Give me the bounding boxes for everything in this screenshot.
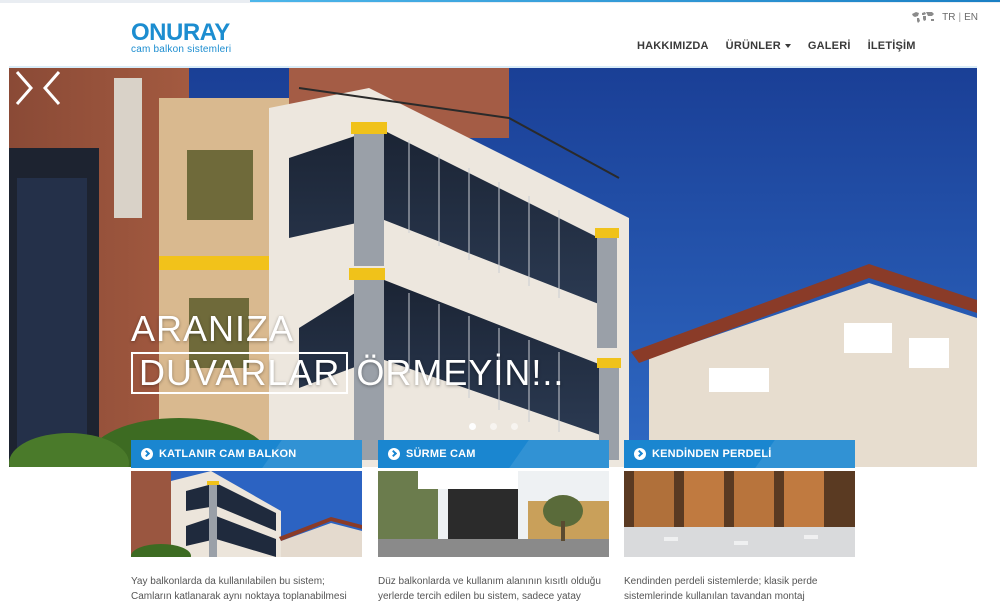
nav-label: İLETİŞİM (867, 40, 916, 52)
lang-en-link[interactable]: EN (964, 12, 978, 23)
card-image[interactable] (378, 471, 609, 557)
arrow-circle-icon (634, 448, 646, 460)
card-image[interactable] (624, 471, 855, 557)
product-card-perdeli: KENDİNDEN PERDELİ Kendinden perdeli sist… (624, 440, 855, 601)
caret-down-icon (784, 44, 791, 48)
card-description: Düz balkonlarda ve kullanım alanının kıs… (378, 576, 601, 601)
nav-item-hakkimizda[interactable]: HAKKIMIZDA (637, 40, 709, 52)
card-header[interactable]: SÜRME CAM (378, 440, 609, 468)
logo-tagline: cam balkon sistemleri (131, 44, 232, 55)
card-image[interactable] (131, 471, 362, 568)
nav-label: ÜRÜNLER (725, 40, 781, 52)
card-description: Kendinden perdeli sistemlerde; klasik pe… (624, 576, 818, 601)
arrow-circle-icon (141, 448, 153, 460)
card-header[interactable]: KENDİNDEN PERDELİ (624, 440, 855, 468)
slider-dot-1[interactable] (469, 423, 476, 430)
card-title: KATLANIR CAM BALKON (159, 448, 297, 460)
arrow-circle-icon (388, 448, 400, 460)
language-switcher: TR | EN (910, 10, 978, 24)
nav-label: GALERİ (807, 40, 851, 52)
nav-item-iletisim[interactable]: İLETİŞİM (868, 40, 916, 52)
lang-separator: | (958, 11, 962, 23)
logo-name: ONURAY (131, 19, 230, 46)
hero-slider: ARANIZA DUVARLAR ÖRMEYİN!.. (9, 68, 977, 467)
hero-caption-line2: DUVARLAR ÖRMEYİN!.. (131, 352, 564, 394)
top-accent-bar (250, 0, 1000, 2)
slider-dot-3[interactable] (511, 423, 518, 430)
hero-image (9, 68, 977, 467)
card-description: Yay balkonlarda da kullanılabilen bu sis… (131, 576, 347, 601)
card-title: SÜRME CAM (406, 448, 476, 460)
chevron-right-icon[interactable] (9, 68, 39, 108)
card-header[interactable]: KATLANIR CAM BALKON (131, 440, 362, 468)
hero-caption-boxed: DUVARLAR (131, 352, 349, 394)
slider-dot-2[interactable] (490, 423, 497, 430)
nav-label: HAKKIMIZDA (637, 40, 709, 52)
lang-tr-link[interactable]: TR (942, 12, 955, 23)
hero-caption-line1: ARANIZA (131, 308, 295, 349)
product-card-katlanir: KATLANIR CAM BALKON Yay balkonlarda da k… (131, 440, 362, 601)
card-header-stripe (509, 440, 609, 468)
main-nav: HAKKIMIZDA ÜRÜNLER GALERİ İLETİŞİM (637, 40, 933, 52)
slider-dots (469, 423, 532, 430)
product-card-surme: SÜRME CAM Düz balkonlarda ve kullanım al… (378, 440, 609, 601)
nav-item-urunler[interactable]: ÜRÜNLER (726, 40, 791, 52)
logo[interactable]: ONURAY cam balkon sistemleri (131, 19, 232, 56)
hero-caption-rest: ÖRMEYİN!.. (356, 352, 565, 393)
world-map-icon (912, 12, 935, 23)
card-title: KENDİNDEN PERDELİ (652, 448, 772, 460)
chevron-left-icon[interactable] (37, 68, 67, 108)
hero-caption: ARANIZA DUVARLAR ÖRMEYİN!.. (131, 308, 564, 394)
nav-item-galeri[interactable]: GALERİ (808, 40, 851, 52)
